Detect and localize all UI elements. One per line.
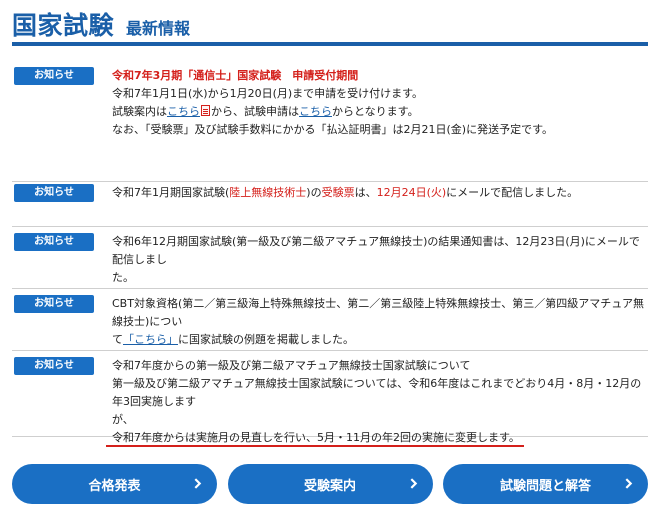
chevron-right-icon — [194, 478, 202, 489]
news-item-row: お知らせ 令和7年1月期国家試験(陸上無線技術士)の受験票は、12月24日(火)… — [12, 182, 648, 227]
exam-guide-button[interactable]: 受験案内 — [227, 464, 433, 504]
pdf-icon — [201, 105, 210, 116]
news-text: 令和7年1月1日(水)から1月20日(月)まで申請を受け付けます。 — [112, 87, 424, 100]
news-text: た。 — [112, 271, 134, 284]
news-text-fragment: )の — [306, 186, 322, 199]
news-text-fragment: からとなります。 — [332, 105, 419, 118]
news-text: なお、「受験票」及び試験手数料にかかる「払込証明書」は2月21日(金)に発送予定… — [112, 123, 553, 136]
news-text-fragment: にメールで配信しました。 — [446, 186, 579, 199]
schedule-change-highlight: 令和7年度からは実施月の見直しを行い、5月・11月の年2回の実施に変更します。 — [106, 431, 524, 447]
page-title: 国家試験 — [12, 11, 115, 40]
news-text: て「こちら」に国家試験の例題を掲載しました。 — [112, 331, 644, 349]
news-text: 試験案内はこちら から、試験申請はこちらからとなります。 — [112, 103, 644, 121]
exam-guide-link[interactable]: こちら — [167, 105, 200, 118]
news-text: 令和6年12月期国家試験(第一級及び第二級アマチュア無線技士)の結果通知書は、1… — [112, 235, 640, 266]
notice-badge: お知らせ — [14, 233, 94, 251]
news-body: CBT対象資格(第二／第三級海上特殊無線技士、第二／第三級陸上特殊無線技士、第三… — [112, 295, 648, 350]
news-item-amateur: お知らせ 令和7年度からの第一級及び第二級アマチュア無線技士国家試験について 第… — [12, 351, 648, 447]
chevron-right-icon — [625, 478, 633, 489]
page-subtitle: 最新情報 — [126, 19, 191, 38]
news-text-fragment: は、 — [354, 186, 377, 199]
notice-badge: お知らせ — [14, 184, 94, 202]
news-text: CBT対象資格(第二／第三級海上特殊無線技士、第二／第三級陸上特殊無線技士、第三… — [112, 297, 645, 328]
news-text: 令和7年度からの第一級及び第二級アマチュア無線技士国家試験について — [112, 359, 471, 372]
news-list: お知らせ 令和7年3月期「通信士」国家試験 申請受付期間 令和7年1月1日(水)… — [12, 58, 648, 182]
exam-guide-label: 受験案内 — [303, 478, 356, 494]
news-item-cbt: お知らせ CBT対象資格(第二／第三級海上特殊無線技士、第二／第三級陸上特殊無線… — [12, 289, 648, 351]
news-text-fragment: て — [112, 333, 123, 346]
pass-results-label: 合格発表 — [88, 478, 141, 494]
chevron-right-icon — [410, 478, 417, 489]
exam-questions-label: 試験問題と解答 — [499, 478, 591, 494]
header-divider — [12, 42, 648, 46]
cbt-examples-link[interactable]: 「こちら」 — [123, 333, 178, 346]
news-text-fragment: に国家試験の例題を掲載しました。 — [178, 333, 354, 346]
news-body: 令和6年12月期国家試験(第一級及び第二級アマチュア無線技士)の結果通知書は、1… — [112, 233, 648, 288]
notice-badge: お知らせ — [14, 67, 94, 85]
news-item-admission: お知らせ 令和7年1月期国家試験(陸上無線技術士)の受験票は、12月24日(火)… — [12, 182, 648, 447]
exam-questions-button[interactable]: 試験問題と解答 — [443, 464, 648, 504]
ticket-highlight: 受験票 — [321, 186, 355, 199]
news-text: 令和7年度からは実施月の見直しを行い、5月・11月の年2回の実施に変更します。 — [106, 429, 644, 447]
bottom-nav: 合格発表 受験案内 試験問題と解答 — [12, 464, 648, 504]
notice-badge: お知らせ — [14, 295, 94, 313]
date-highlight: 12月24日(火) — [376, 186, 447, 199]
news-item-results: お知らせ 令和6年12月期国家試験(第一級及び第二級アマチュア無線技士)の結果通… — [12, 227, 648, 289]
exam-application-link[interactable]: こちら — [299, 105, 332, 118]
news-body: 令和7年1月期国家試験(陸上無線技術士)の受験票は、12月24日(火)にメールで… — [112, 184, 648, 226]
news-item-tsushinshi: お知らせ 令和7年3月期「通信士」国家試験 申請受付期間 令和7年1月1日(水)… — [12, 58, 648, 182]
news-text-fragment: 令和7年1月期国家試験( — [112, 186, 230, 199]
news-text: 第一級及び第二級アマチュア無線技士国家試験については、令和6年度はこれまでどおり… — [112, 377, 642, 408]
news-text: 令和7年1月期国家試験(陸上無線技術士)の受験票は、12月24日(火)にメールで… — [112, 184, 644, 202]
news-text-fragment: から、試験申請は — [211, 105, 299, 118]
section-header: 国家試験 最新情報 — [12, 6, 190, 42]
news-text: が、 — [112, 413, 134, 426]
news-body: 令和7年度からの第一級及び第二級アマチュア無線技士国家試験について 第一級及び第… — [106, 357, 648, 447]
news-text-fragment: 試験案内は — [112, 105, 167, 118]
notice-badge: お知らせ — [14, 357, 94, 375]
news-headline: 令和7年3月期「通信士」国家試験 申請受付期間 — [112, 69, 359, 82]
news-body: 令和7年3月期「通信士」国家試験 申請受付期間 令和7年1月1日(水)から1月2… — [112, 67, 648, 181]
pass-results-button[interactable]: 合格発表 — [12, 464, 217, 504]
exam-name-highlight: 陸上無線技術士 — [229, 186, 307, 199]
